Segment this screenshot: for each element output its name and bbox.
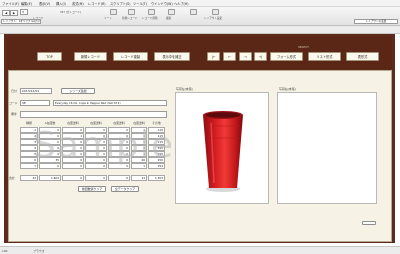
forward-button[interactable]: ▶ xyxy=(10,10,18,16)
sort-icon[interactable] xyxy=(190,9,197,15)
sort-label: ソート xyxy=(104,17,112,20)
new-record-icon[interactable] xyxy=(128,9,135,15)
total-cell: 0 xyxy=(85,175,107,181)
total-cell: 43 xyxy=(20,175,38,181)
find-icon[interactable] xyxy=(168,9,175,15)
prev-record-button[interactable]: ← xyxy=(223,52,236,61)
code-label: コード xyxy=(9,101,18,105)
layout-select[interactable]: レイアウト: 【オリジナルAのジ... xyxy=(1,19,41,24)
table-view-button[interactable]: 表形式 xyxy=(346,52,379,61)
clear-all-button[interactable]: 全データクリア xyxy=(111,186,139,192)
top-button[interactable]: TOP xyxy=(37,52,62,61)
menu-item-scripts[interactable]: スクリプト(S) xyxy=(110,1,130,6)
layout-settings-icon[interactable] xyxy=(212,9,219,15)
menu-item-edit[interactable]: 編集(E) xyxy=(21,1,32,6)
menu-item-view[interactable]: 表示(V) xyxy=(39,1,50,6)
clear-previous-button[interactable]: 前回数値クリア xyxy=(78,186,106,192)
note-field[interactable] xyxy=(20,111,167,118)
toolbar: ◀ ▶ レコード 3 337 (全レコード) ソート 新規レコード レコード削除… xyxy=(0,7,400,26)
menu-item-file[interactable]: ファイル(F) xyxy=(2,1,19,6)
menu-bar: ファイル(F) 編集(E) 表示(V) 挿入(I) 書式(M) レコード(R) … xyxy=(0,0,400,7)
photo-left-label: 写真左(末尾) xyxy=(176,87,193,91)
record-count: 337 (全レコード) xyxy=(60,11,81,14)
total-cell: 1,303 xyxy=(148,175,165,181)
add-series-button[interactable]: シリーズ追加 xyxy=(61,88,95,94)
menu-item-help[interactable]: ヘルプ(H) xyxy=(174,1,188,6)
note-label: 備考 xyxy=(11,112,17,116)
menu-item-insert[interactable]: 挿入(I) xyxy=(56,1,66,6)
select-label: SELECT xyxy=(298,45,309,49)
photo-right-label: 写真右(末尾) xyxy=(279,87,296,91)
menu-item-format[interactable]: 書式(M) xyxy=(72,1,84,6)
zoom-level[interactable]: 100 xyxy=(2,249,8,253)
first-record-button[interactable]: |← xyxy=(207,52,220,61)
find-label: 検索 xyxy=(166,17,172,20)
mode-label[interactable]: ブラウズ xyxy=(33,249,45,253)
back-button[interactable]: ◀ xyxy=(2,10,10,16)
menu-item-records[interactable]: レコード(R) xyxy=(88,1,105,6)
form-view-button[interactable]: フォーム形式 xyxy=(270,52,303,61)
date-label: 日付 xyxy=(11,89,17,93)
copy-record-button[interactable]: レコード複製 xyxy=(113,52,148,61)
status-strip xyxy=(0,26,400,34)
total-cell: 0 xyxy=(62,175,84,181)
sample-watermark: Sample xyxy=(33,125,174,166)
red-cup-image xyxy=(203,111,243,192)
status-bar: 100 ブラウズ xyxy=(0,246,400,254)
total-label: 合計 xyxy=(9,176,15,180)
total-cell: 1,603 xyxy=(39,175,61,181)
product-name-field[interactable]: Everyday 16 Oz. Cups In Pepper Red (Set … xyxy=(53,100,167,106)
date-field[interactable]: 2013/12/01 xyxy=(20,88,52,94)
total-cell: 13 xyxy=(131,175,147,181)
layout-settings-label: レイアウト設定 xyxy=(204,17,223,20)
total-cell: 0 xyxy=(108,175,130,181)
header-bar: SELECT TOP 新規レコード レコード複製 表示中を補正 |← ← → →… xyxy=(7,37,392,69)
scroll-button[interactable] xyxy=(362,221,376,225)
code-field[interactable]: SE xyxy=(20,100,50,106)
record-number-field[interactable]: 3 xyxy=(20,9,28,15)
layout-mode-button[interactable]: レイアウトの変更 xyxy=(354,19,398,24)
product-photo-secondary xyxy=(277,92,377,204)
correct-record-button[interactable]: 表示中を補正 xyxy=(154,52,190,61)
list-icon[interactable] xyxy=(110,9,117,15)
menu-item-window[interactable]: ウインドウ(W) xyxy=(151,1,173,6)
new-record-button[interactable]: 新規レコード xyxy=(74,52,107,61)
last-record-button[interactable]: →| xyxy=(254,52,267,61)
product-photo xyxy=(175,92,269,204)
delete-record-icon[interactable] xyxy=(148,9,155,15)
list-view-button[interactable]: リスト形式 xyxy=(308,52,341,61)
new-record-label: 新規レコード xyxy=(122,17,138,20)
menu-item-tools[interactable]: ツール(T) xyxy=(133,1,147,6)
delete-record-label: レコード削除 xyxy=(142,17,158,20)
next-record-button[interactable]: → xyxy=(239,52,252,61)
